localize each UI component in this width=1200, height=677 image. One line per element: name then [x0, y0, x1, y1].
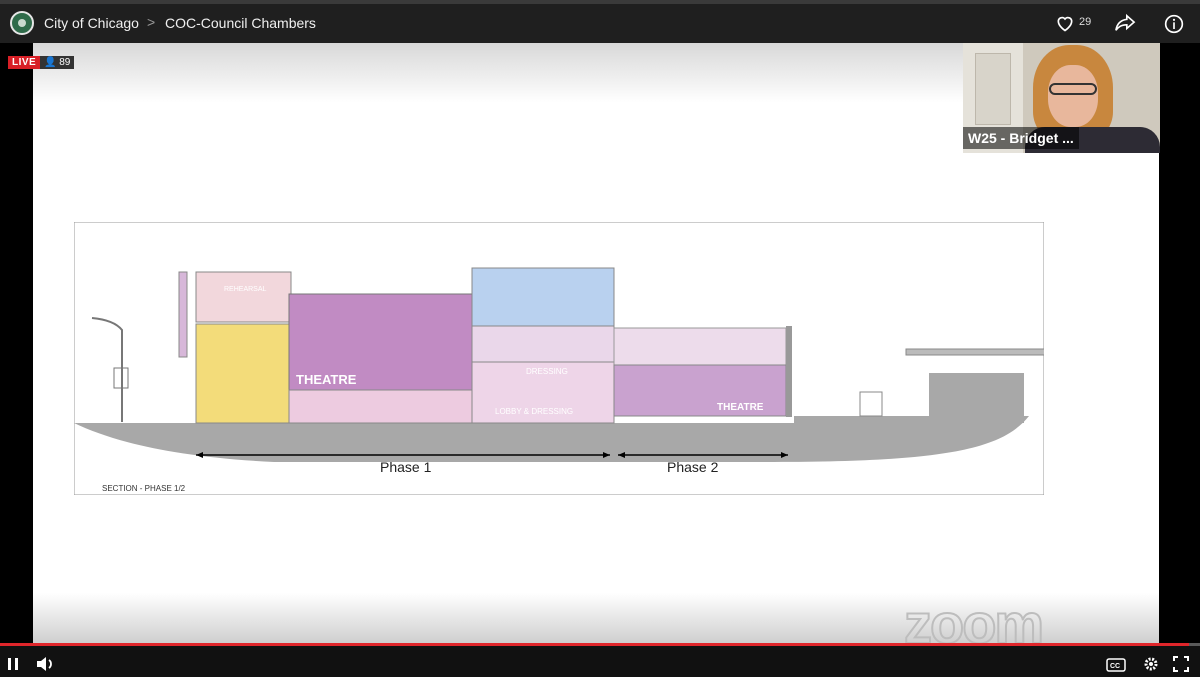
speaker-thumbnail: W25 - Bridget ... [963, 43, 1160, 153]
top-bar: City of Chicago > COC-Council Chambers 2… [0, 0, 1200, 43]
speaker-face [1048, 65, 1098, 127]
volume-icon[interactable] [35, 655, 55, 673]
lower-lobby [288, 389, 473, 424]
rehearsal-room [195, 271, 292, 323]
player-controls: CC [0, 643, 1200, 677]
pause-icon[interactable] [6, 657, 20, 671]
theatre-main-label: THEATRE [296, 372, 357, 387]
top-rim [0, 0, 1200, 4]
progress-track[interactable] [0, 643, 1200, 646]
phase2-label: Phase 2 [667, 459, 719, 475]
viewer-count: 89 [59, 57, 71, 68]
section-caption: SECTION - PHASE 1/2 [102, 484, 186, 493]
viewer-count-badge: 👤 89 [40, 56, 75, 69]
rail-platform [905, 348, 1044, 356]
section-drawing: THEATRE THEATRE DRESSING LOBBY & DRESSIN… [74, 222, 1044, 495]
phase2-wall [786, 326, 792, 417]
phase1-label: Phase 1 [380, 459, 432, 475]
rail-structure [929, 373, 1024, 423]
breadcrumb-org[interactable]: City of Chicago [44, 15, 139, 31]
speaker-background-door [975, 53, 1011, 125]
share-icon[interactable] [1114, 13, 1136, 33]
phase2-upper [613, 327, 787, 366]
mid-floor [471, 325, 615, 363]
live-badge: LIVE [8, 56, 41, 69]
progress-fill [0, 643, 1190, 646]
lobby-dressing-label: LOBBY & DRESSING [495, 407, 573, 416]
theatre-small-label: THEATRE [717, 402, 764, 413]
speaker-name-label: W25 - Bridget ... [963, 127, 1079, 149]
marquee-sign [178, 271, 188, 358]
breadcrumb-separator: > [147, 14, 156, 30]
speaker-glasses [1049, 83, 1097, 95]
lobby-yellow [195, 323, 292, 424]
svg-text:CC: CC [1110, 663, 1120, 670]
upper-floors-blue [471, 267, 615, 327]
viewer-icon: 👤 [44, 57, 57, 68]
info-icon[interactable] [1164, 14, 1184, 34]
gear-icon[interactable] [1143, 656, 1159, 672]
video-area[interactable]: LIVE 👤 89 W25 - Bridget ... THEATRE THEA… [0, 43, 1200, 656]
dressing-label: DRESSING [526, 367, 568, 376]
breadcrumb-channel[interactable]: COC-Council Chambers [165, 15, 316, 31]
like-count: 29 [1079, 16, 1092, 28]
rehearsal-label: REHEARSAL [224, 286, 267, 293]
heart-icon[interactable] [1055, 13, 1075, 33]
fullscreen-icon[interactable] [1173, 656, 1189, 672]
city-seal-logo-icon[interactable] [10, 11, 34, 35]
cc-icon[interactable]: CC [1106, 658, 1126, 672]
